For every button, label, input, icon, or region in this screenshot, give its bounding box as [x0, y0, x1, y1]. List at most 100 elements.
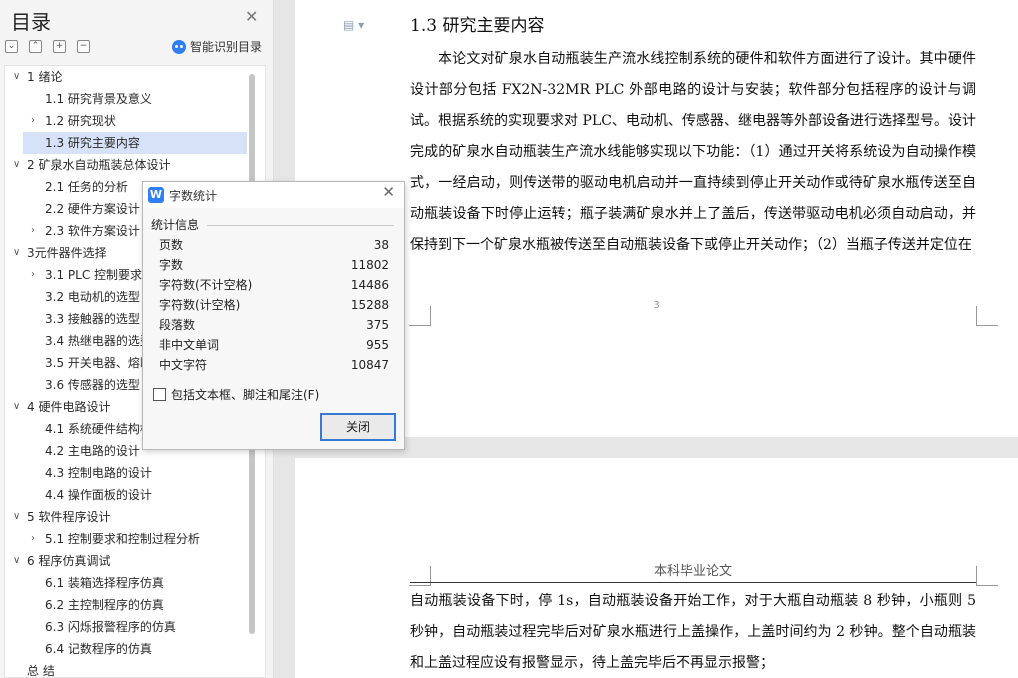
stats-table: 页数 38 字数 11802 字符数(不计空格) 14486 字符数(计空格) 1528… [159, 235, 389, 375]
page-header: 本科毕业论文 [653, 564, 732, 579]
toc-item-label: 5 软件程序设计 [27, 510, 111, 524]
toc-item-label: 2.3 软件方案设计 [45, 224, 140, 238]
chevron-right-icon[interactable]: › [31, 264, 35, 286]
collapse-all-icon[interactable]: − [77, 40, 90, 53]
expand-down-icon[interactable]: ⌄ [5, 40, 18, 53]
paragraph: 本论文对矿泉水自动瓶装生产流水线控制系统的硬件和软件方面进行了设计。其中硬件设计… [410, 51, 976, 253]
toc-item-label: 1.2 研究现状 [45, 114, 116, 128]
paragraph: 自动瓶装设备下时，停 1s，自动瓶装设备开始工作，对于大瓶自动瓶装 8 秒钟，小… [410, 593, 976, 671]
toc-item[interactable]: 总 结 [5, 660, 265, 678]
document-margin-icon[interactable]: ▤ ▾ [343, 18, 364, 32]
toc-item[interactable]: ∨ 2 矿泉水自动瓶装总体设计 [5, 154, 265, 176]
include-textbox-checkbox[interactable] [153, 388, 166, 401]
toc-item-label: 2.2 硬件方案设计 [45, 202, 140, 216]
toc-item[interactable]: › 1.2 研究现状 [5, 110, 265, 132]
toc-item-label: 4 硬件电路设计 [27, 400, 111, 414]
stat-value: 11802 [350, 258, 389, 272]
crop-mark [976, 566, 998, 586]
toc-item-label: 5.1 控制要求和控制过程分析 [45, 532, 200, 546]
toc-item[interactable]: 4.3 控制电路的设计 [5, 462, 265, 484]
stat-row-words: 字数 11802 [159, 255, 389, 275]
toc-item-label: 3.5 开关电器、熔断 [45, 356, 152, 370]
toc-item[interactable]: 6.2 主控制程序的仿真 [5, 594, 265, 616]
smart-toc-label: 智能识别目录 [190, 40, 263, 54]
toc-toolbar: ⌄ ⌃ + − [5, 40, 90, 53]
chevron-right-icon[interactable]: › [31, 110, 35, 132]
toc-item-label: 3元件器件选择 [27, 246, 107, 260]
toc-item-label: 4.3 控制电路的设计 [45, 466, 152, 480]
dialog-titlebar[interactable]: W 字数统计 ✕ [143, 182, 404, 208]
toc-item-label: 1.3 研究主要内容 [45, 136, 140, 150]
section-heading: 1.3 研究主要内容 [410, 16, 545, 36]
stat-value: 375 [366, 318, 389, 332]
body-text[interactable]: 本论文对矿泉水自动瓶装生产流水线控制系统的硬件和软件方面进行了设计。其中硬件设计… [410, 44, 976, 261]
toc-item-label: 6.4 记数程序的仿真 [45, 642, 152, 656]
toc-item-label: 总 结 [27, 664, 55, 678]
toc-item[interactable]: ∨ 6 程序仿真调试 [5, 550, 265, 572]
close-button[interactable]: 关闭 [320, 413, 396, 441]
smart-toc-button[interactable]: 智能识别目录 [172, 38, 262, 55]
toc-item[interactable]: 1.1 研究背景及意义 [5, 88, 265, 110]
stat-row-chars-with-spaces: 字符数(计空格) 15288 [159, 295, 389, 315]
word-count-dialog: W 字数统计 ✕ 统计信息 页数 38 字数 11802 字符数(不计空格) 1448… [142, 181, 405, 450]
stat-value: 955 [366, 338, 389, 352]
toc-item-label: 3.3 接触器的选型 [45, 312, 140, 326]
stat-label: 中文字符 [159, 358, 208, 372]
chevron-right-icon[interactable]: › [31, 528, 35, 550]
toc-item[interactable]: 6.1 装箱选择程序仿真 [5, 572, 265, 594]
toc-item-label: 6 程序仿真调试 [27, 554, 111, 568]
toc-item-label: 1.1 研究背景及意义 [45, 92, 152, 106]
stat-row-non-chinese-words: 非中文单词 955 [159, 335, 389, 355]
toc-item-label: 6.2 主控制程序的仿真 [45, 598, 164, 612]
smart-robot-icon [172, 39, 186, 54]
toc-item[interactable]: ∨ 5 软件程序设计 [5, 506, 265, 528]
stat-label: 页数 [159, 238, 184, 252]
include-textbox-label: 包括文本框、脚注和尾注(F) [171, 388, 320, 402]
toc-item-label: 3.4 热继电器的选型 [45, 334, 152, 348]
stat-label: 段落数 [159, 318, 196, 332]
chevron-down-icon[interactable]: ∨ [13, 396, 20, 418]
dialog-title: 字数统计 [169, 189, 218, 203]
toc-item-label: 2 矿泉水自动瓶装总体设计 [27, 158, 171, 172]
stat-label: 字符数(不计空格) [159, 278, 253, 292]
toc-item-label: 4.4 操作面板的设计 [45, 488, 152, 502]
page: 本科毕业论文 自动瓶装设备下时，停 1s，自动瓶装设备开始工作，对于大瓶自动瓶装… [295, 458, 1018, 678]
chevron-down-icon[interactable]: ∨ [13, 506, 20, 528]
toc-item[interactable]: 1.3 研究主要内容 [23, 132, 247, 154]
stat-value: 38 [373, 238, 389, 252]
chevron-down-icon[interactable]: ∨ [13, 154, 20, 176]
stat-value: 15288 [350, 298, 389, 312]
close-icon[interactable]: ✕ [245, 9, 258, 25]
toc-item[interactable]: 4.4 操作面板的设计 [5, 484, 265, 506]
chevron-right-icon[interactable]: › [31, 220, 35, 242]
toc-item[interactable]: › 5.1 控制要求和控制过程分析 [5, 528, 265, 550]
chevron-down-icon[interactable]: ∨ [13, 242, 20, 264]
stat-value: 10847 [350, 358, 389, 372]
stat-row-chinese-chars: 中文字符 10847 [159, 355, 389, 375]
wps-writer-icon: W [148, 187, 164, 203]
toc-item-label: 3.6 传感器的选型 [45, 378, 140, 392]
toc-item[interactable]: 6.4 记数程序的仿真 [5, 638, 265, 660]
stats-section-label: 统计信息 [151, 218, 200, 232]
stat-row-chars-no-spaces: 字符数(不计空格) 14486 [159, 275, 389, 295]
toc-item-label: 2.1 任务的分析 [45, 180, 128, 194]
chevron-down-icon[interactable]: ∨ [13, 66, 20, 88]
stat-label: 字符数(计空格) [159, 298, 241, 312]
section-divider [207, 225, 394, 226]
toc-item-label: 6.1 装箱选择程序仿真 [45, 576, 164, 590]
expand-all-icon[interactable]: + [53, 40, 66, 53]
stat-label: 字数 [159, 258, 184, 272]
body-text[interactable]: 自动瓶装设备下时，停 1s，自动瓶装设备开始工作，对于大瓶自动瓶装 8 秒钟，小… [410, 586, 976, 678]
close-icon[interactable]: ✕ [382, 185, 395, 200]
toc-item[interactable]: ∨ 1 绪论 [5, 66, 265, 88]
stat-value: 14486 [350, 278, 389, 292]
include-textbox-option[interactable]: 包括文本框、脚注和尾注(F) [153, 386, 319, 403]
toc-item-label: 4.2 主电路的设计 [45, 444, 140, 458]
chevron-down-icon[interactable]: ∨ [13, 550, 20, 572]
toc-item-label: 3.2 电动机的选型 [45, 290, 140, 304]
stat-row-paragraphs: 段落数 375 [159, 315, 389, 335]
collapse-up-icon[interactable]: ⌃ [29, 40, 42, 53]
toc-item-label: 1 绪论 [27, 70, 63, 84]
toc-item[interactable]: 6.3 闪烁报警程序的仿真 [5, 616, 265, 638]
toc-item-label: 6.3 闪烁报警程序的仿真 [45, 620, 176, 634]
